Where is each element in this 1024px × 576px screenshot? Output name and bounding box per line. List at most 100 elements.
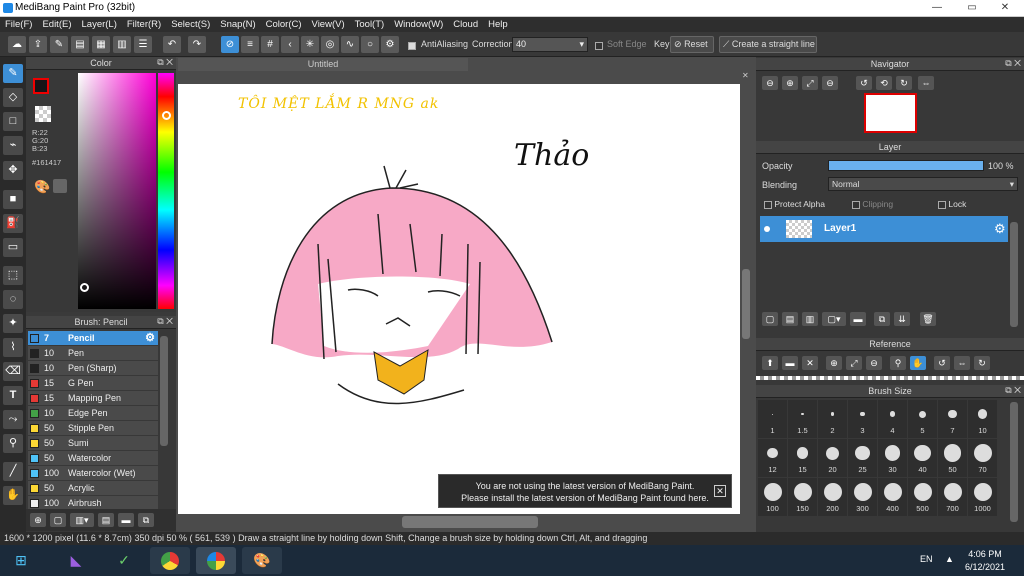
new-doc-icon[interactable]: ▢ [50, 513, 66, 527]
duplicate-icon[interactable]: ⧉ [138, 513, 154, 527]
select-eraser-icon[interactable]: ⌫ [3, 362, 23, 381]
straight-line-button[interactable]: ⟋ Create a straight line [719, 36, 817, 53]
circle-snap-icon[interactable]: ◎ [321, 36, 339, 53]
blending-select[interactable]: Normal ▾ [828, 177, 1018, 191]
maximize-button[interactable]: ▭ [960, 0, 984, 16]
panel-detach-icon[interactable]: ⧉ ✕ [157, 57, 173, 68]
brush-size-cell[interactable]: 4 [878, 400, 907, 438]
minimize-button[interactable]: — [925, 0, 949, 16]
radial-snap-icon[interactable]: ✳ [301, 36, 319, 53]
start-button[interactable]: ⊞ [2, 547, 40, 574]
menu-view[interactable]: View(V) [307, 17, 350, 32]
drawing-canvas[interactable]: TÔI MỆT LẮM R MNG ak Thảo [178, 84, 740, 514]
menu-layer[interactable]: Layer(L) [77, 17, 122, 32]
zoom-fit-icon[interactable]: ⊖ [822, 76, 838, 90]
brush-size-cell[interactable]: 1000 [968, 478, 997, 516]
hue-cursor[interactable] [162, 111, 171, 120]
clipping-checkbox[interactable]: Clipping [852, 199, 893, 209]
layer-folder-icon[interactable]: ▬ [850, 312, 866, 326]
zoom-in-icon[interactable]: ⊕ [782, 76, 798, 90]
sv-cursor[interactable] [80, 283, 89, 292]
layer-settings-icon[interactable]: ⚙ [994, 221, 1006, 237]
brush-list-item[interactable]: 10 Pen [28, 346, 158, 361]
brush-size-cell[interactable]: 10 [968, 400, 997, 438]
select-brush-icon[interactable]: ⌇ [3, 338, 23, 357]
rotate-reset-icon[interactable]: ⟲ [876, 76, 892, 90]
undo-icon[interactable]: ↶ [163, 36, 181, 53]
rotate-right-icon[interactable]: ↻ [896, 76, 912, 90]
flip-icon[interactable]: ⇔ [918, 76, 934, 90]
share-icon[interactable]: ⇪ [29, 36, 47, 53]
menu-tool[interactable]: Tool(T) [350, 17, 390, 32]
lasso-tool-icon[interactable]: ◌ [3, 290, 23, 309]
foreground-color-swatch[interactable] [33, 78, 49, 94]
grid-doc-icon[interactable]: ▥ [113, 36, 131, 53]
ref-folder-icon[interactable]: ▬ [782, 356, 798, 370]
ref-flip-icon[interactable]: ⇔ [954, 356, 970, 370]
menu-cloud[interactable]: Cloud [448, 17, 483, 32]
ref-zoom-in-icon[interactable]: ⊕ [826, 356, 842, 370]
close-button[interactable]: ✕ [990, 0, 1020, 16]
copy-icon[interactable]: ▤ [98, 513, 114, 527]
navigator-thumbnail[interactable] [864, 93, 917, 133]
rect-fill-icon[interactable]: ■ [3, 190, 23, 209]
new-halftone-layer-icon[interactable]: ▤ [782, 312, 798, 326]
menu-color[interactable]: Color(C) [261, 17, 307, 32]
brush-size-cell[interactable]: 40 [908, 439, 937, 477]
folder-icon[interactable]: ▬ [118, 513, 134, 527]
brush-list-item[interactable]: 100 Watercolor (Wet) [28, 466, 158, 481]
tray-up-icon[interactable]: ▲ [945, 554, 954, 564]
perspective-snap-icon[interactable]: ‹ [281, 36, 299, 53]
brush-size-cell[interactable]: 200 [818, 478, 847, 516]
notification-close-icon[interactable]: ✕ [714, 485, 726, 497]
hue-slider[interactable] [158, 73, 174, 309]
layer-row[interactable]: Layer1 ⚙ [760, 216, 1008, 242]
palette-icon[interactable]: 🎨 [34, 179, 50, 195]
brush-list-item[interactable]: 10 Pen (Sharp) [28, 361, 158, 376]
opacity-slider[interactable] [828, 160, 984, 171]
brush-size-cell[interactable]: 25 [848, 439, 877, 477]
brush-size-cell[interactable]: 15 [788, 439, 817, 477]
vertical-scrollbar[interactable] [742, 269, 750, 339]
menu-snap[interactable]: Snap(N) [215, 17, 260, 32]
visual-studio-icon[interactable]: ◣ [56, 547, 96, 574]
brush-size-cell[interactable]: 70 [968, 439, 997, 477]
brush-list-item[interactable]: 15 Mapping Pen [28, 391, 158, 406]
panel-detach-icon[interactable]: ⧉ ✕ [1005, 385, 1021, 396]
brush-size-cell[interactable]: 50 [938, 439, 967, 477]
menu-filter[interactable]: Filter(R) [122, 17, 166, 32]
new-8bit-layer-icon[interactable]: ▥ [802, 312, 818, 326]
brush-size-cell[interactable]: 400 [878, 478, 907, 516]
brush-menu-icon[interactable]: ▥▾ [70, 513, 94, 527]
brush-size-cell[interactable]: 3 [848, 400, 877, 438]
update-notification[interactable]: You are not using the latest version of … [438, 474, 732, 508]
ref-close-icon[interactable]: ✕ [802, 356, 818, 370]
hand-tool-icon[interactable]: ✋ [3, 486, 23, 505]
brush-size-scrollbar[interactable] [1010, 402, 1018, 522]
gear-icon[interactable]: ⚙ [381, 36, 399, 53]
reset-button[interactable]: ⊘ Reset [670, 36, 714, 53]
magic-wand-icon[interactable]: ✦ [3, 314, 23, 333]
parallel-snap-icon[interactable]: ≡ [241, 36, 259, 53]
eraser-tool-icon[interactable]: ◇ [3, 88, 23, 107]
brush-size-cell[interactable]: 20 [818, 439, 847, 477]
delete-layer-icon[interactable]: 🗑 [920, 312, 936, 326]
eyedropper-tool-icon[interactable]: ⚲ [3, 434, 23, 453]
move-tool-icon[interactable]: ✥ [3, 161, 23, 180]
app-green-icon[interactable]: ✓ [104, 547, 144, 574]
correction-select[interactable]: 40 ▾ [512, 37, 588, 52]
tab-close-icon[interactable]: ✕ [742, 71, 749, 80]
panel-detach-icon[interactable]: ⧉ ✕ [157, 316, 173, 327]
menu-select[interactable]: Select(S) [166, 17, 215, 32]
brush-settings-icon[interactable]: ⚙ [145, 331, 155, 345]
comment-icon[interactable]: ✎ [50, 36, 68, 53]
document-tab[interactable]: Untitled [178, 58, 468, 71]
soft-edge-checkbox[interactable] [595, 40, 603, 50]
add-brush-icon[interactable]: ⊕ [30, 513, 46, 527]
antialiasing-checkbox[interactable] [408, 40, 416, 50]
menu-edit[interactable]: Edit(E) [37, 17, 76, 32]
menu-file[interactable]: File(F) [0, 17, 37, 32]
select-rect-icon[interactable]: ⬚ [3, 266, 23, 285]
brush-list-item[interactable]: 50 Stipple Pen [28, 421, 158, 436]
brush-size-cell[interactable]: 500 [908, 478, 937, 516]
